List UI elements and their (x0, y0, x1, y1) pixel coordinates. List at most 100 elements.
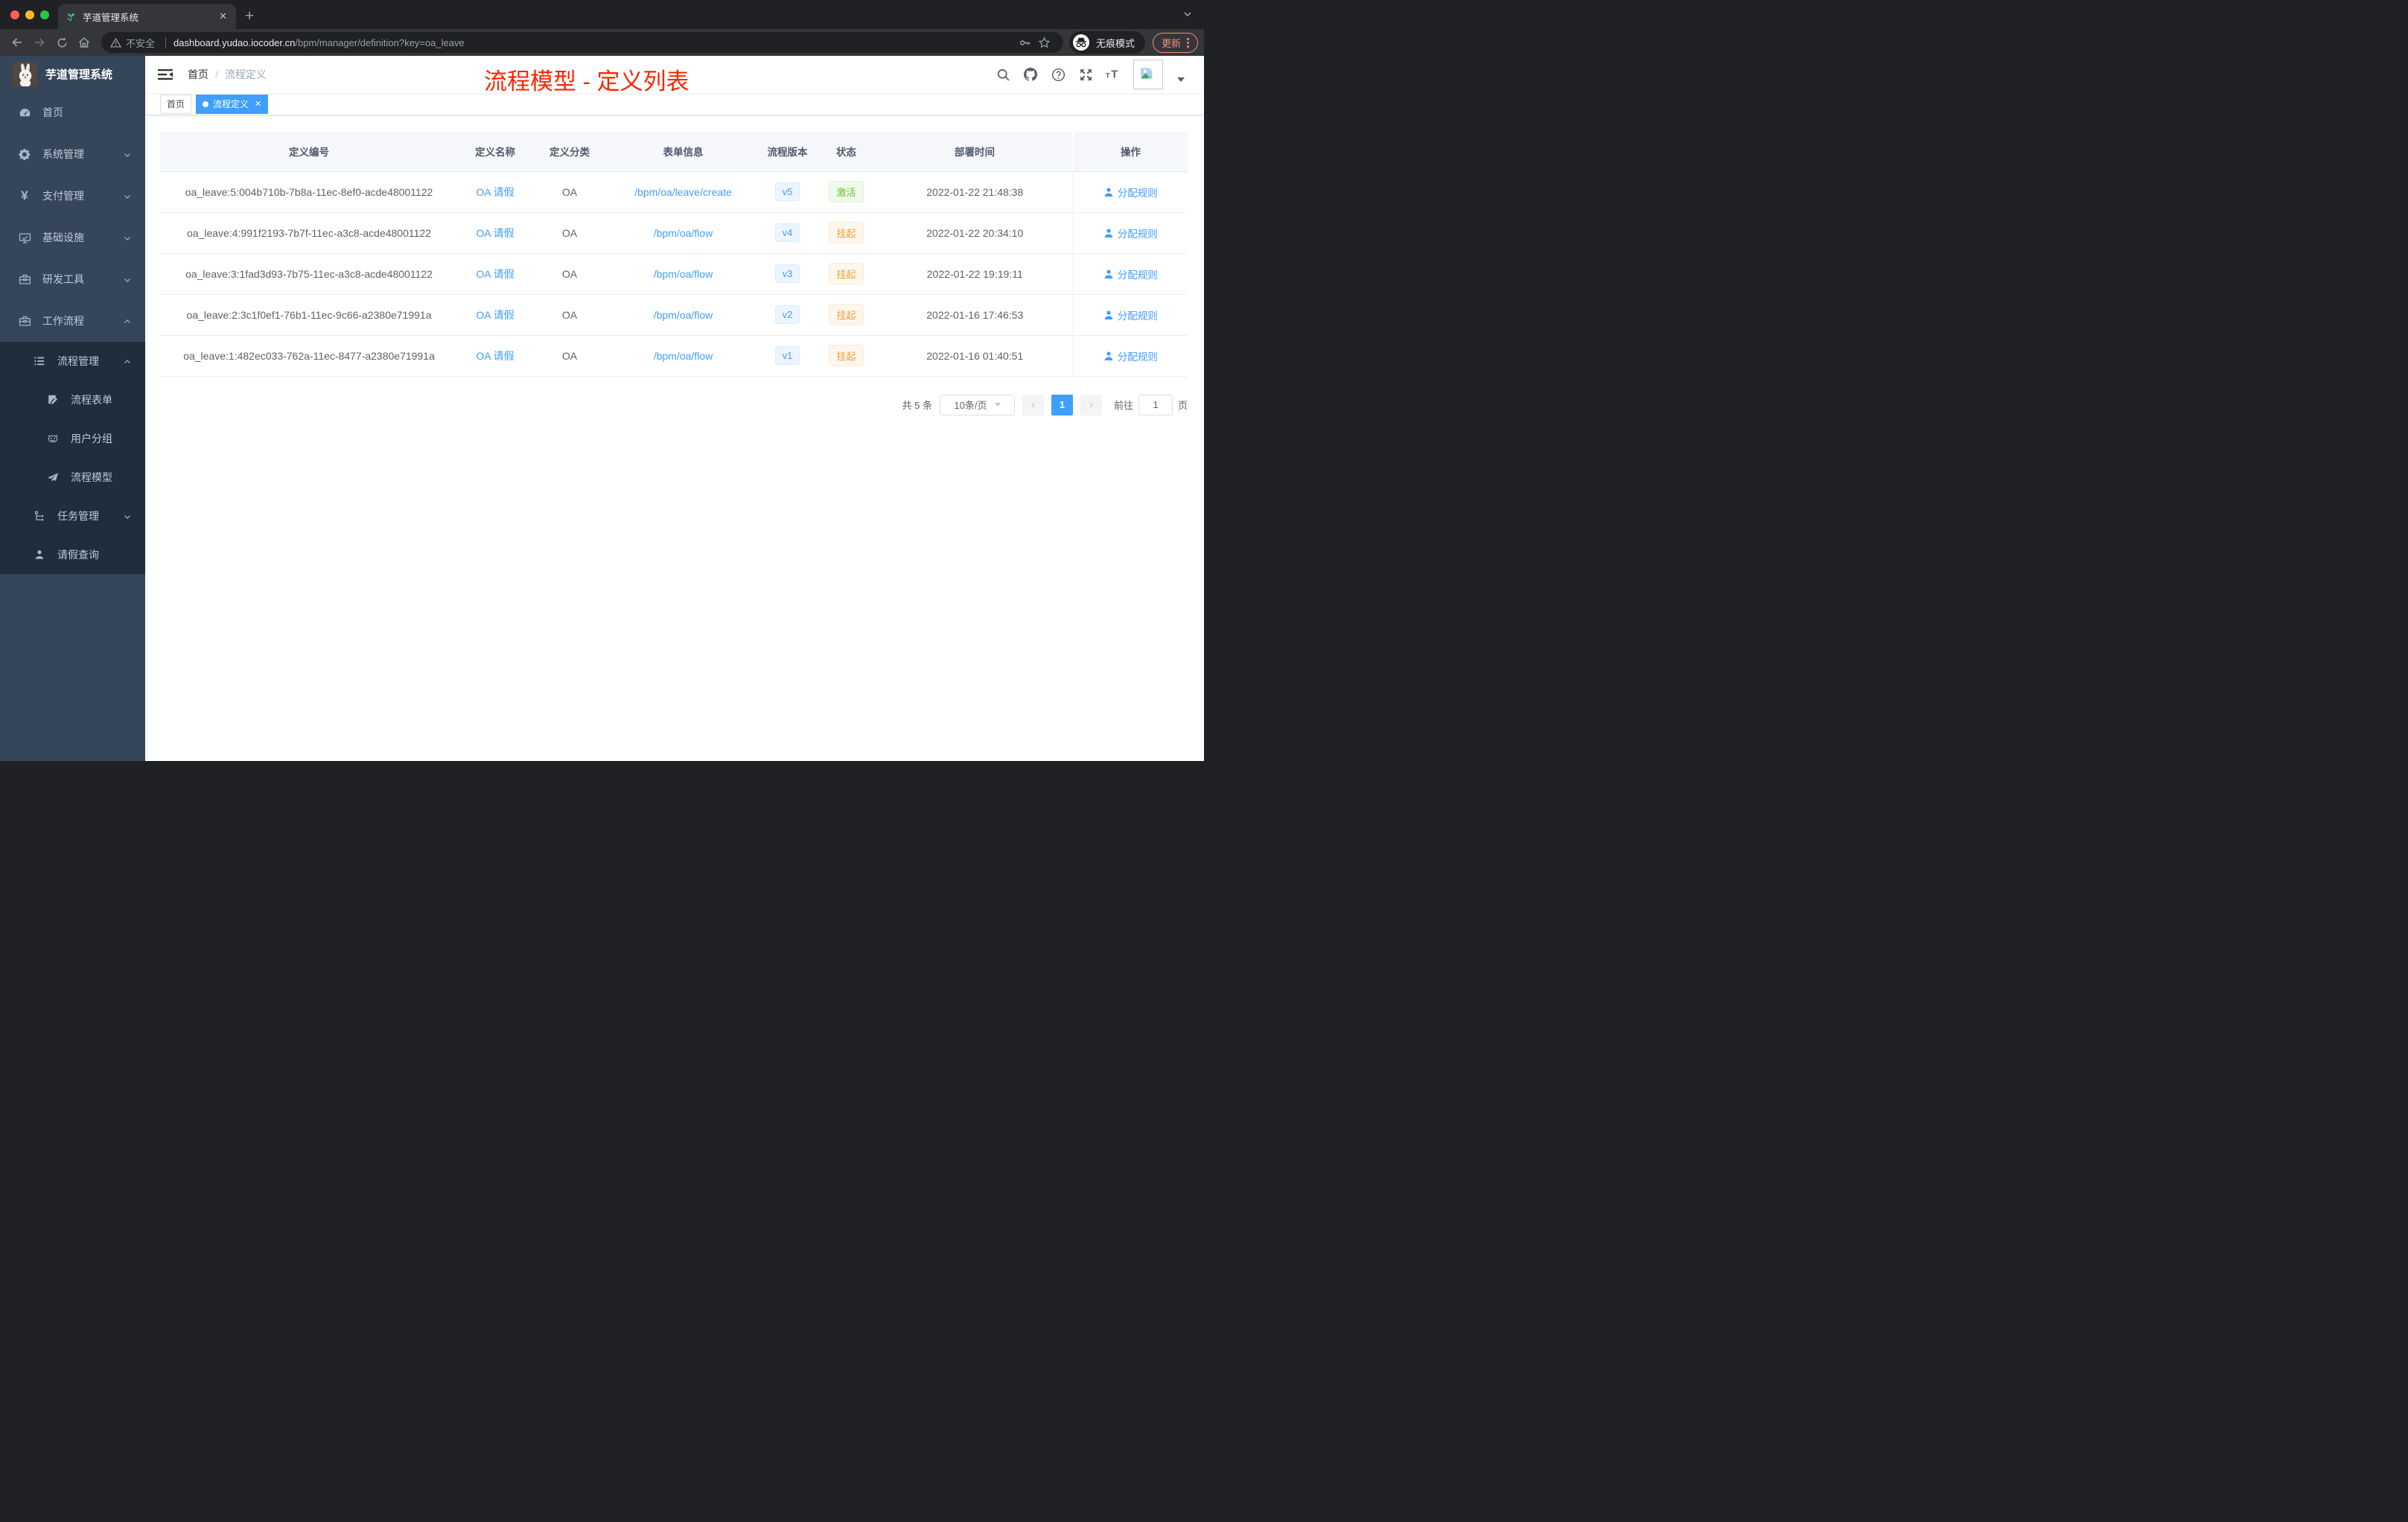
definition-name-link[interactable]: OA 请假 (476, 186, 514, 198)
toolbox-icon (18, 273, 31, 286)
sidebar-item-payment[interactable]: ¥ 支付管理 (0, 175, 145, 217)
sidebar-item-workflow[interactable]: 工作流程 (0, 300, 145, 342)
table-header-row: 定义编号 定义名称 定义分类 表单信息 流程版本 状态 部署时间 操作 (160, 132, 1188, 172)
tag-close-icon[interactable]: ✕ (255, 99, 261, 109)
sidebar-item-leave-query[interactable]: 请假查询 (0, 535, 145, 574)
sidebar-item-label: 用户分组 (71, 433, 112, 445)
assign-rule-link[interactable]: 分配规则 (1103, 267, 1158, 281)
user-icon (1104, 228, 1113, 238)
font-size-icon[interactable]: TT (1106, 67, 1121, 82)
list-icon (33, 355, 46, 367)
browser-tab[interactable]: 芋道管理系统 ✕ (58, 4, 236, 29)
update-button[interactable]: 更新 (1152, 32, 1198, 53)
page-size-value: 10条/页 (954, 400, 987, 411)
logo-avatar (13, 61, 37, 86)
definition-name-link[interactable]: OA 请假 (476, 350, 514, 362)
definition-id: oa_leave:5:004b710b-7b8a-11ec-8ef0-acde4… (160, 171, 458, 213)
workflow-submenu: 流程管理 流程表单 用户分组 流程模型 任务管理 请假查询 (0, 342, 145, 574)
chevron-down-icon (123, 512, 132, 520)
navbar-actions: TT (996, 60, 1185, 89)
chevron-down-icon (123, 275, 132, 284)
page-suffix: 页 (1177, 400, 1188, 411)
status-badge: 挂起 (829, 304, 864, 325)
bookmark-star-icon[interactable] (1035, 36, 1054, 49)
sidebar-item-process-model[interactable]: 流程模型 (0, 458, 145, 497)
column-header: 定义分类 (532, 132, 607, 172)
chevron-up-icon (123, 357, 132, 366)
chevron-up-icon (123, 316, 132, 325)
close-window-button[interactable] (10, 10, 19, 19)
github-icon[interactable] (1023, 67, 1038, 82)
definition-category: OA (532, 253, 607, 295)
page-size-select[interactable]: 10条/页 (939, 394, 1015, 415)
key-icon[interactable] (1016, 36, 1035, 49)
status-badge: 挂起 (829, 263, 864, 284)
definition-id: oa_leave:2:3c1f0ef1-76b1-11ec-9c66-a2380… (160, 294, 458, 336)
goto-label: 前往 (1113, 400, 1133, 411)
zoom-window-button[interactable] (40, 10, 49, 19)
tabstrip-chevron-icon[interactable] (1183, 9, 1192, 18)
form-link[interactable]: /bpm/oa/flow (654, 227, 713, 239)
sidebar-item-label: 请假查询 (57, 549, 99, 561)
avatar[interactable] (1133, 60, 1163, 89)
sidebar-item-infrastructure[interactable]: 基础设施 (0, 217, 145, 258)
current-page-button[interactable]: 1 (1051, 394, 1073, 415)
minimize-window-button[interactable] (25, 10, 34, 19)
tree-icon (33, 510, 46, 522)
reload-icon[interactable] (51, 32, 73, 53)
chevron-down-icon (123, 191, 132, 200)
browser-menu-icon[interactable] (1187, 37, 1189, 48)
tag-process-definition[interactable]: 流程定义 ✕ (196, 94, 269, 114)
user-icon (1104, 187, 1113, 197)
sidebar-item-label: 首页 (42, 106, 63, 118)
assign-rule-link[interactable]: 分配规则 (1103, 185, 1158, 200)
security-label[interactable]: 不安全 (126, 36, 155, 50)
forward-icon[interactable] (28, 32, 51, 53)
screen: 芋道管理系统 ✕ + 不安全 dashboard.yudao.iocoder.c… (0, 0, 1204, 761)
definition-name-link[interactable]: OA 请假 (476, 268, 514, 280)
form-link[interactable]: /bpm/oa/flow (654, 309, 713, 321)
next-page-button[interactable]: › (1080, 394, 1102, 415)
search-icon[interactable] (996, 67, 1010, 82)
caret-down-icon[interactable] (1177, 77, 1185, 82)
deploy-time: 2022-01-22 19:19:11 (877, 253, 1073, 295)
tag-label: 首页 (167, 99, 185, 109)
column-header: 状态 (815, 132, 877, 172)
tab-close-icon[interactable]: ✕ (217, 10, 229, 22)
sidebar-item-process-form[interactable]: 流程表单 (0, 380, 145, 419)
tag-label: 流程定义 (213, 99, 249, 109)
breadcrumb: 首页 / 流程定义 (188, 67, 267, 82)
sidebar-item-user-group[interactable]: 用户分组 (0, 419, 145, 458)
version-badge: v5 (774, 182, 800, 201)
monitor-icon (18, 232, 31, 244)
sidebar-item-process-management[interactable]: 流程管理 (0, 342, 145, 380)
help-icon[interactable] (1051, 67, 1066, 82)
form-link[interactable]: /bpm/oa/flow (654, 268, 713, 280)
address-bar[interactable]: 不安全 dashboard.yudao.iocoder.cn/bpm/manag… (101, 32, 1063, 53)
goto-page-input[interactable] (1138, 394, 1173, 415)
back-icon[interactable] (6, 32, 28, 53)
form-link[interactable]: /bpm/oa/flow (654, 350, 713, 362)
assign-rule-link[interactable]: 分配规则 (1103, 308, 1158, 322)
sidebar-logo[interactable]: 芋道管理系统 (0, 56, 145, 92)
assign-rule-link[interactable]: 分配规则 (1103, 348, 1158, 363)
sidebar-item-devtools[interactable]: 研发工具 (0, 258, 145, 300)
definition-name-link[interactable]: OA 请假 (476, 227, 514, 239)
sidebar-item-system[interactable]: 系统管理 (0, 133, 145, 175)
hamburger-icon[interactable] (158, 67, 174, 82)
definition-name-link[interactable]: OA 请假 (476, 309, 514, 321)
sidebar-item-home[interactable]: 首页 (0, 92, 145, 133)
tag-home[interactable]: 首页 (160, 94, 192, 114)
logo-title: 芋道管理系统 (45, 68, 113, 81)
fullscreen-icon[interactable] (1078, 67, 1093, 82)
definition-category: OA (532, 294, 607, 336)
home-icon[interactable] (73, 32, 95, 53)
sidebar-item-task-management[interactable]: 任务管理 (0, 497, 145, 535)
assign-rule-link[interactable]: 分配规则 (1103, 226, 1158, 241)
breadcrumb-home[interactable]: 首页 (188, 67, 208, 82)
new-tab-button[interactable]: + (236, 4, 263, 29)
prev-page-button[interactable]: ‹ (1022, 394, 1044, 415)
form-link[interactable]: /bpm/oa/leave/create (634, 186, 732, 198)
security-warning-icon[interactable] (110, 37, 121, 48)
url-path: /bpm/manager/definition?key=oa_leave (295, 36, 465, 48)
